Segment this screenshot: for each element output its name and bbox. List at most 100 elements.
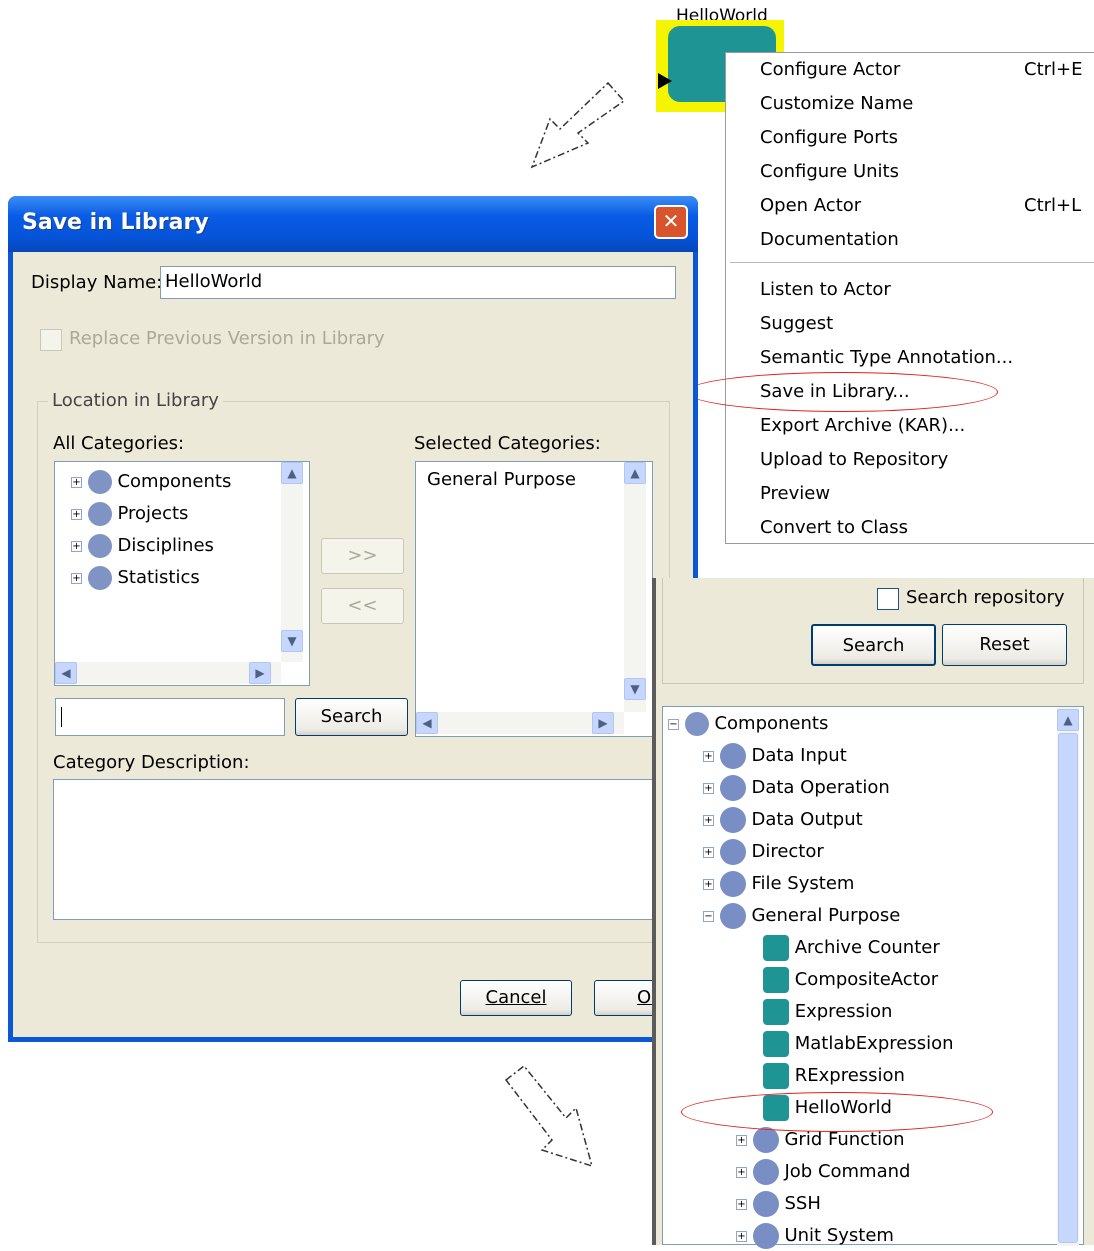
tree-node-unit-system[interactable]: + Unit System — [736, 1221, 894, 1251]
menu-item-label: Configure Units — [760, 161, 899, 182]
folder-ball-icon — [719, 775, 746, 801]
actor-context-menu: Configure Actor Ctrl+E Customize Name Con… — [725, 52, 1094, 544]
expand-icon[interactable]: + — [703, 782, 714, 794]
menu-item-configure-units[interactable]: Configure Units — [760, 157, 1094, 187]
category-description-textarea[interactable] — [53, 779, 673, 920]
collapse-icon[interactable]: − — [703, 910, 714, 922]
scroll-up-icon[interactable]: ▲ — [281, 462, 303, 484]
expand-icon[interactable]: + — [703, 846, 714, 858]
all-categories-tree[interactable]: + Components + Projects + Disciplines + … — [54, 461, 310, 686]
collapse-icon[interactable]: − — [668, 718, 679, 730]
scrollbar-thumb[interactable] — [1058, 733, 1078, 1243]
tree-node-data-operation[interactable]: + Data Operation — [703, 773, 890, 803]
folder-ball-icon — [719, 903, 746, 929]
tree-node-general-purpose[interactable]: − General Purpose — [703, 901, 900, 931]
tree-node-data-input[interactable]: + Data Input — [703, 741, 847, 771]
category-globe-icon — [87, 534, 112, 558]
menu-item-upload-to-repository[interactable]: Upload to Repository — [760, 445, 1094, 475]
scroll-left-icon[interactable]: ◀ — [55, 662, 77, 684]
menu-item-documentation[interactable]: Documentation▶ — [760, 225, 1094, 255]
close-icon[interactable]: ✕ — [654, 205, 688, 239]
menu-item-suggest[interactable]: Suggest▶ — [760, 309, 1094, 339]
horizontal-scrollbar[interactable]: ◀ ▶ — [416, 712, 624, 734]
tree-node-label: SSH — [784, 1193, 821, 1214]
tree-node-matlab-expression[interactable]: MatlabExpression — [763, 1029, 954, 1059]
vertical-scrollbar[interactable]: ▲ ▼ — [624, 462, 646, 712]
category-search-input[interactable] — [55, 698, 285, 736]
menu-item-label: Configure Actor — [760, 59, 901, 80]
menu-item-export-archive[interactable]: Export Archive (KAR)... — [760, 411, 1094, 441]
expand-icon[interactable]: + — [736, 1230, 747, 1242]
tree-node-archive-counter[interactable]: Archive Counter — [763, 933, 940, 963]
horizontal-scrollbar[interactable]: ◀ ▶ — [55, 662, 281, 684]
vertical-scrollbar[interactable]: ▲ — [1057, 707, 1079, 1246]
all-categories-label: All Categories: — [53, 433, 185, 454]
menu-item-label: Configure Ports — [760, 127, 899, 148]
expand-icon[interactable]: + — [703, 750, 714, 762]
panel-border — [652, 578, 656, 1245]
tree-node-statistics[interactable]: + Statistics — [71, 563, 200, 593]
replace-version-label: Replace Previous Version in Library — [69, 328, 385, 349]
actor-input-port-icon — [658, 73, 672, 89]
menu-item-customize-name[interactable]: Customize Name — [760, 89, 1094, 119]
tree-node-director[interactable]: + Director — [703, 837, 824, 867]
text-cursor — [61, 707, 62, 727]
library-reset-button[interactable]: Reset — [942, 624, 1067, 666]
tree-node-projects[interactable]: + Projects — [71, 499, 188, 529]
scroll-left-icon[interactable]: ◀ — [416, 712, 438, 734]
tree-node-job-command[interactable]: + Job Command — [736, 1157, 910, 1187]
vertical-scrollbar[interactable]: ▲ ▼ — [281, 462, 303, 662]
menu-item-label: Documentation — [760, 229, 899, 250]
remove-category-button[interactable]: << — [321, 588, 404, 624]
cancel-button[interactable]: Cancel — [460, 980, 572, 1016]
tree-node-ssh[interactable]: + SSH — [736, 1189, 821, 1219]
menu-item-preview[interactable]: Preview — [760, 479, 1094, 509]
search-repository-checkbox[interactable] — [877, 588, 899, 610]
tree-node-label: Data Input — [751, 745, 847, 766]
menu-item-configure-ports[interactable]: Configure Ports — [760, 123, 1094, 153]
expand-icon[interactable]: + — [71, 540, 82, 552]
menu-item-semantic-type-annotation[interactable]: Semantic Type Annotation... — [760, 343, 1094, 373]
category-search-button[interactable]: Search — [295, 698, 408, 736]
replace-version-checkbox[interactable] — [40, 329, 62, 351]
menu-item-convert-to-class[interactable]: Convert to Class — [760, 513, 1094, 543]
tree-node-composite-actor[interactable]: CompositeActor — [763, 965, 938, 995]
expand-icon[interactable]: + — [71, 508, 82, 520]
scroll-up-icon[interactable]: ▲ — [1057, 709, 1079, 731]
r-actor-icon — [763, 1063, 789, 1089]
tree-node-label: Statistics — [117, 567, 200, 588]
expand-icon[interactable]: + — [71, 476, 82, 488]
menu-item-label: Export Archive (KAR)... — [760, 415, 966, 436]
tree-node-rexpression[interactable]: RExpression — [763, 1061, 905, 1091]
expand-icon[interactable]: + — [736, 1166, 747, 1178]
menu-item-configure-actor[interactable]: Configure Actor Ctrl+E — [760, 55, 1094, 85]
selected-categories-list[interactable]: General Purpose ▲ ▼ ◀ ▶ — [415, 461, 653, 737]
expand-icon[interactable]: + — [703, 878, 714, 890]
category-description-label: Category Description: — [53, 752, 250, 773]
tree-node-file-system[interactable]: + File System — [703, 869, 854, 899]
menu-item-listen-to-actor[interactable]: Listen to Actor — [760, 275, 1094, 305]
folder-ball-icon — [719, 807, 746, 833]
expand-icon[interactable]: + — [71, 572, 82, 584]
tree-node-components[interactable]: + Components — [71, 467, 231, 497]
tree-node-components-root[interactable]: − Components — [668, 709, 828, 739]
add-category-button[interactable]: >> — [321, 538, 404, 574]
scroll-up-icon[interactable]: ▲ — [624, 462, 646, 484]
menu-item-open-actor[interactable]: Open Actor Ctrl+L — [760, 191, 1094, 221]
component-library-tree[interactable]: − Components + Data Input + Data Operati… — [662, 706, 1084, 1249]
scroll-right-icon[interactable]: ▶ — [249, 662, 271, 684]
display-name-input[interactable]: HelloWorld — [160, 266, 676, 299]
location-group-label: Location in Library — [48, 390, 223, 411]
library-search-button[interactable]: Search — [811, 624, 936, 666]
scroll-down-icon[interactable]: ▼ — [624, 678, 646, 700]
expand-icon[interactable]: + — [736, 1134, 747, 1146]
expand-icon[interactable]: + — [703, 814, 714, 826]
list-item[interactable]: General Purpose — [427, 469, 576, 490]
scroll-right-icon[interactable]: ▶ — [592, 712, 614, 734]
tree-node-disciplines[interactable]: + Disciplines — [71, 531, 214, 561]
tree-node-expression[interactable]: Expression — [763, 997, 892, 1027]
expand-icon[interactable]: + — [736, 1198, 747, 1210]
tree-node-data-output[interactable]: + Data Output — [703, 805, 863, 835]
tree-node-label: Archive Counter — [794, 937, 940, 958]
scroll-down-icon[interactable]: ▼ — [281, 630, 303, 652]
